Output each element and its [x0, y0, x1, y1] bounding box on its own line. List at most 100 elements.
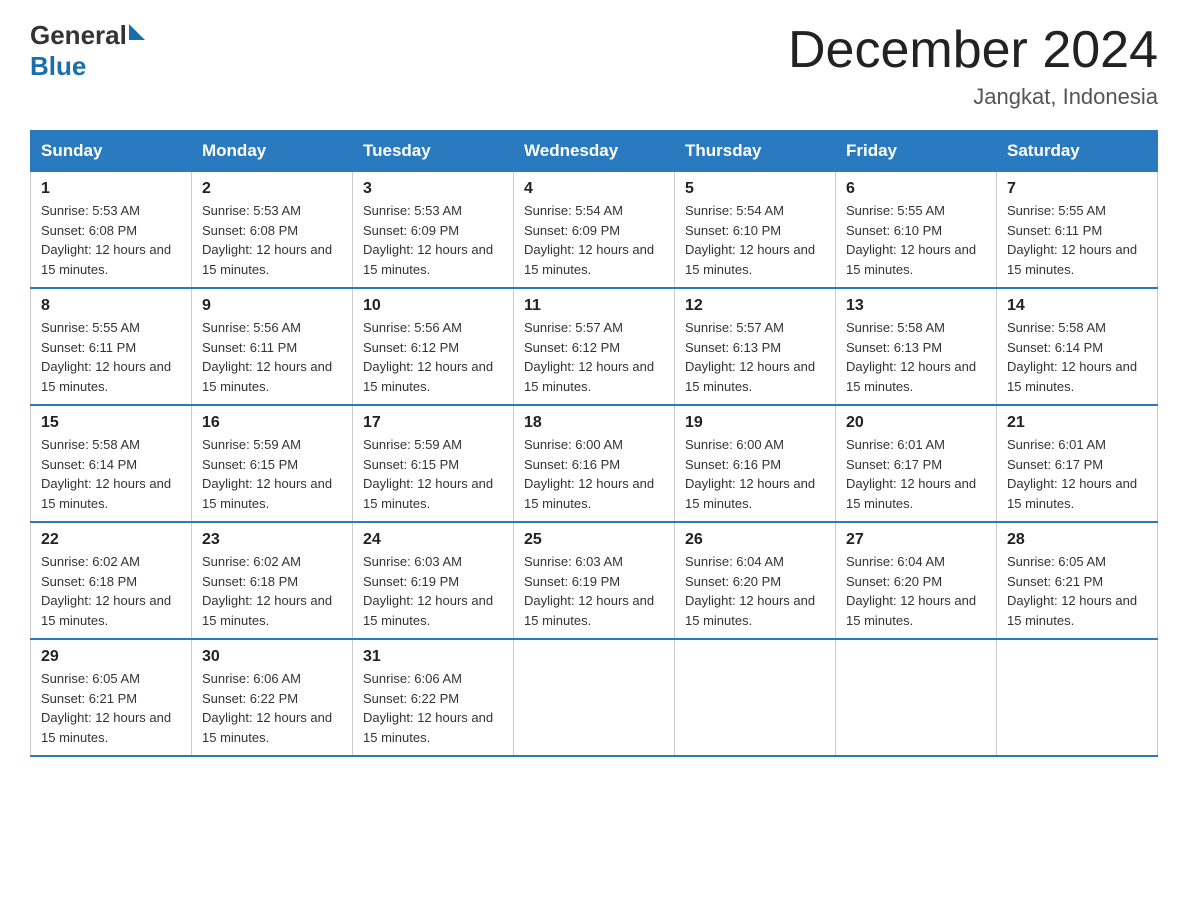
title-block: December 2024 Jangkat, Indonesia [788, 20, 1158, 110]
calendar-cell: 9 Sunrise: 5:56 AMSunset: 6:11 PMDayligh… [192, 288, 353, 405]
day-number: 23 [202, 531, 342, 549]
calendar-cell: 18 Sunrise: 6:00 AMSunset: 6:16 PMDaylig… [514, 405, 675, 522]
calendar-cell: 17 Sunrise: 5:59 AMSunset: 6:15 PMDaylig… [353, 405, 514, 522]
calendar-cell: 10 Sunrise: 5:56 AMSunset: 6:12 PMDaylig… [353, 288, 514, 405]
header-friday: Friday [836, 131, 997, 172]
day-info: Sunrise: 5:55 AMSunset: 6:10 PMDaylight:… [846, 203, 976, 277]
page-header: General Blue December 2024 Jangkat, Indo… [30, 20, 1158, 110]
day-info: Sunrise: 5:53 AMSunset: 6:09 PMDaylight:… [363, 203, 493, 277]
calendar-cell: 25 Sunrise: 6:03 AMSunset: 6:19 PMDaylig… [514, 522, 675, 639]
calendar-cell: 11 Sunrise: 5:57 AMSunset: 6:12 PMDaylig… [514, 288, 675, 405]
calendar-cell: 31 Sunrise: 6:06 AMSunset: 6:22 PMDaylig… [353, 639, 514, 756]
location-subtitle: Jangkat, Indonesia [788, 84, 1158, 110]
calendar-cell [675, 639, 836, 756]
day-info: Sunrise: 6:00 AMSunset: 6:16 PMDaylight:… [685, 437, 815, 511]
calendar-cell: 20 Sunrise: 6:01 AMSunset: 6:17 PMDaylig… [836, 405, 997, 522]
week-row-2: 8 Sunrise: 5:55 AMSunset: 6:11 PMDayligh… [31, 288, 1158, 405]
day-number: 10 [363, 297, 503, 315]
day-number: 5 [685, 180, 825, 198]
day-number: 13 [846, 297, 986, 315]
day-number: 7 [1007, 180, 1147, 198]
day-info: Sunrise: 5:55 AMSunset: 6:11 PMDaylight:… [1007, 203, 1137, 277]
calendar-table: Sunday Monday Tuesday Wednesday Thursday… [30, 130, 1158, 757]
day-number: 9 [202, 297, 342, 315]
calendar-cell: 13 Sunrise: 5:58 AMSunset: 6:13 PMDaylig… [836, 288, 997, 405]
calendar-cell: 7 Sunrise: 5:55 AMSunset: 6:11 PMDayligh… [997, 172, 1158, 289]
logo-blue-text: Blue [30, 51, 145, 82]
day-number: 31 [363, 648, 503, 666]
day-number: 6 [846, 180, 986, 198]
calendar-cell: 23 Sunrise: 6:02 AMSunset: 6:18 PMDaylig… [192, 522, 353, 639]
day-number: 4 [524, 180, 664, 198]
day-number: 2 [202, 180, 342, 198]
calendar-cell: 28 Sunrise: 6:05 AMSunset: 6:21 PMDaylig… [997, 522, 1158, 639]
calendar-cell: 5 Sunrise: 5:54 AMSunset: 6:10 PMDayligh… [675, 172, 836, 289]
day-info: Sunrise: 5:59 AMSunset: 6:15 PMDaylight:… [202, 437, 332, 511]
calendar-cell: 12 Sunrise: 5:57 AMSunset: 6:13 PMDaylig… [675, 288, 836, 405]
day-number: 11 [524, 297, 664, 315]
week-row-1: 1 Sunrise: 5:53 AMSunset: 6:08 PMDayligh… [31, 172, 1158, 289]
day-info: Sunrise: 6:06 AMSunset: 6:22 PMDaylight:… [202, 671, 332, 745]
day-info: Sunrise: 5:56 AMSunset: 6:11 PMDaylight:… [202, 320, 332, 394]
day-info: Sunrise: 6:05 AMSunset: 6:21 PMDaylight:… [1007, 554, 1137, 628]
day-info: Sunrise: 6:02 AMSunset: 6:18 PMDaylight:… [41, 554, 171, 628]
day-info: Sunrise: 5:56 AMSunset: 6:12 PMDaylight:… [363, 320, 493, 394]
calendar-cell: 6 Sunrise: 5:55 AMSunset: 6:10 PMDayligh… [836, 172, 997, 289]
day-number: 8 [41, 297, 181, 315]
calendar-cell: 30 Sunrise: 6:06 AMSunset: 6:22 PMDaylig… [192, 639, 353, 756]
day-number: 21 [1007, 414, 1147, 432]
day-number: 25 [524, 531, 664, 549]
logo-arrow-icon [129, 24, 145, 40]
calendar-cell: 1 Sunrise: 5:53 AMSunset: 6:08 PMDayligh… [31, 172, 192, 289]
day-info: Sunrise: 6:06 AMSunset: 6:22 PMDaylight:… [363, 671, 493, 745]
day-number: 27 [846, 531, 986, 549]
day-info: Sunrise: 5:54 AMSunset: 6:09 PMDaylight:… [524, 203, 654, 277]
day-info: Sunrise: 5:59 AMSunset: 6:15 PMDaylight:… [363, 437, 493, 511]
header-thursday: Thursday [675, 131, 836, 172]
day-info: Sunrise: 6:04 AMSunset: 6:20 PMDaylight:… [685, 554, 815, 628]
header-sunday: Sunday [31, 131, 192, 172]
calendar-cell: 15 Sunrise: 5:58 AMSunset: 6:14 PMDaylig… [31, 405, 192, 522]
day-number: 1 [41, 180, 181, 198]
calendar-cell: 26 Sunrise: 6:04 AMSunset: 6:20 PMDaylig… [675, 522, 836, 639]
header-wednesday: Wednesday [514, 131, 675, 172]
day-number: 16 [202, 414, 342, 432]
day-info: Sunrise: 6:03 AMSunset: 6:19 PMDaylight:… [363, 554, 493, 628]
day-info: Sunrise: 5:53 AMSunset: 6:08 PMDaylight:… [41, 203, 171, 277]
header-tuesday: Tuesday [353, 131, 514, 172]
day-info: Sunrise: 6:01 AMSunset: 6:17 PMDaylight:… [846, 437, 976, 511]
calendar-cell: 16 Sunrise: 5:59 AMSunset: 6:15 PMDaylig… [192, 405, 353, 522]
day-info: Sunrise: 6:03 AMSunset: 6:19 PMDaylight:… [524, 554, 654, 628]
day-info: Sunrise: 6:05 AMSunset: 6:21 PMDaylight:… [41, 671, 171, 745]
calendar-cell: 2 Sunrise: 5:53 AMSunset: 6:08 PMDayligh… [192, 172, 353, 289]
day-info: Sunrise: 5:57 AMSunset: 6:12 PMDaylight:… [524, 320, 654, 394]
calendar-cell: 4 Sunrise: 5:54 AMSunset: 6:09 PMDayligh… [514, 172, 675, 289]
day-number: 28 [1007, 531, 1147, 549]
day-number: 15 [41, 414, 181, 432]
calendar-body: 1 Sunrise: 5:53 AMSunset: 6:08 PMDayligh… [31, 172, 1158, 757]
calendar-cell: 21 Sunrise: 6:01 AMSunset: 6:17 PMDaylig… [997, 405, 1158, 522]
day-number: 30 [202, 648, 342, 666]
day-info: Sunrise: 5:58 AMSunset: 6:13 PMDaylight:… [846, 320, 976, 394]
day-number: 3 [363, 180, 503, 198]
day-number: 19 [685, 414, 825, 432]
calendar-cell: 29 Sunrise: 6:05 AMSunset: 6:21 PMDaylig… [31, 639, 192, 756]
day-info: Sunrise: 6:04 AMSunset: 6:20 PMDaylight:… [846, 554, 976, 628]
calendar-cell: 14 Sunrise: 5:58 AMSunset: 6:14 PMDaylig… [997, 288, 1158, 405]
day-info: Sunrise: 6:01 AMSunset: 6:17 PMDaylight:… [1007, 437, 1137, 511]
day-number: 22 [41, 531, 181, 549]
day-info: Sunrise: 5:58 AMSunset: 6:14 PMDaylight:… [1007, 320, 1137, 394]
calendar-cell [997, 639, 1158, 756]
day-info: Sunrise: 5:57 AMSunset: 6:13 PMDaylight:… [685, 320, 815, 394]
week-row-5: 29 Sunrise: 6:05 AMSunset: 6:21 PMDaylig… [31, 639, 1158, 756]
day-info: Sunrise: 5:55 AMSunset: 6:11 PMDaylight:… [41, 320, 171, 394]
calendar-cell: 27 Sunrise: 6:04 AMSunset: 6:20 PMDaylig… [836, 522, 997, 639]
logo-general-text: General [30, 20, 127, 51]
month-year-title: December 2024 [788, 20, 1158, 80]
calendar-cell: 3 Sunrise: 5:53 AMSunset: 6:09 PMDayligh… [353, 172, 514, 289]
calendar-cell [836, 639, 997, 756]
weekday-header-row: Sunday Monday Tuesday Wednesday Thursday… [31, 131, 1158, 172]
week-row-4: 22 Sunrise: 6:02 AMSunset: 6:18 PMDaylig… [31, 522, 1158, 639]
day-info: Sunrise: 5:58 AMSunset: 6:14 PMDaylight:… [41, 437, 171, 511]
header-saturday: Saturday [997, 131, 1158, 172]
